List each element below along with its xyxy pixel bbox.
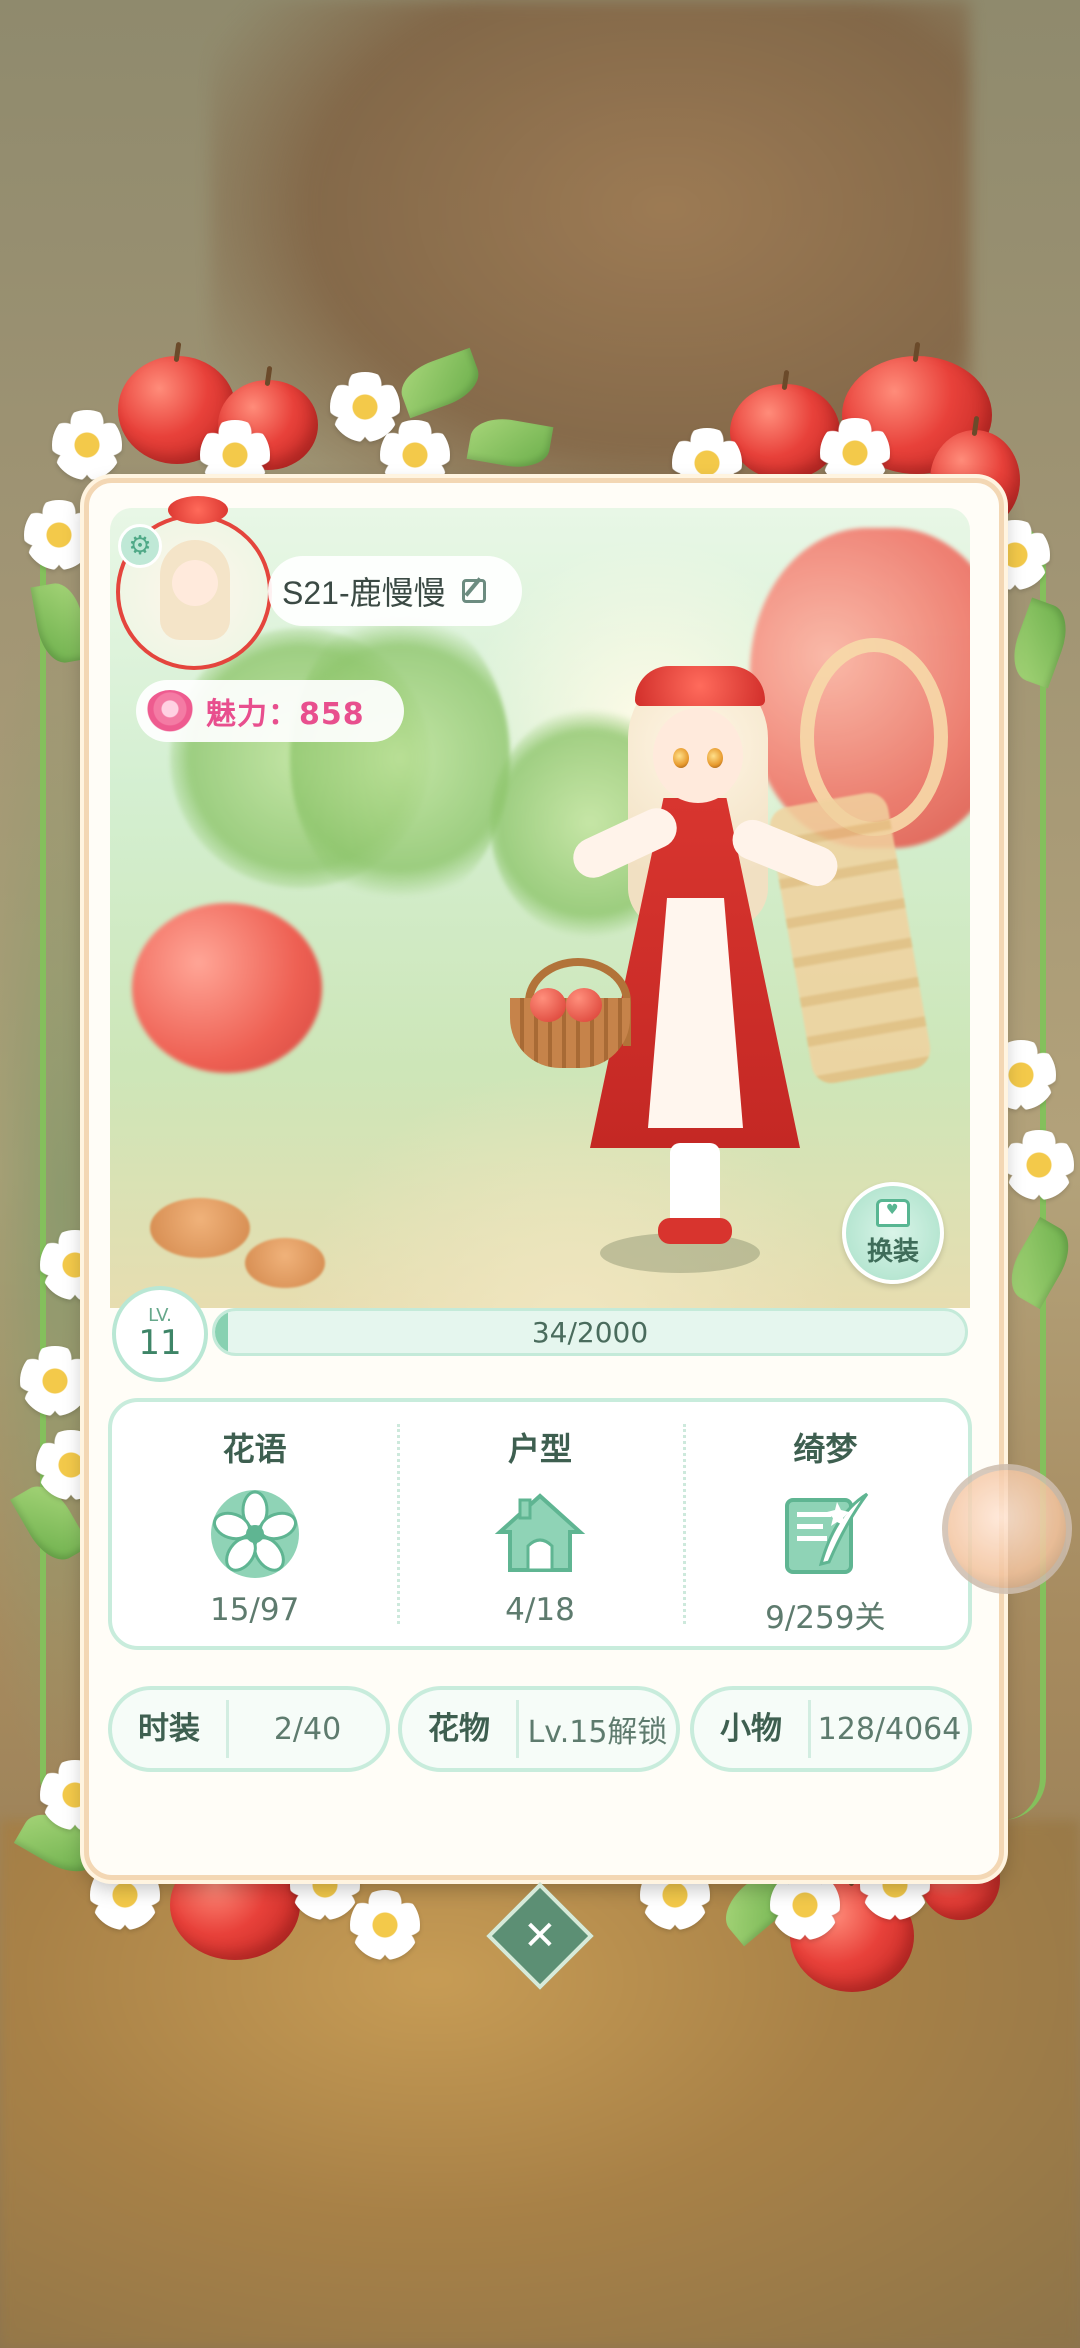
charm-value: 魅力：858 <box>206 697 365 732</box>
tree-stump <box>150 1198 250 1258</box>
character-avatar <box>510 648 860 1278</box>
player-name-pill[interactable]: S21-鹿慢慢 <box>268 556 522 626</box>
flower-decoration <box>20 1346 90 1416</box>
dream-letter-icon <box>775 1484 875 1584</box>
settings-gear-icon[interactable]: ⚙ <box>118 524 162 568</box>
edit-icon[interactable] <box>461 579 486 603</box>
change-outfit-label: 换装 <box>866 1236 919 1267</box>
charm-pill: 魅力：858 <box>136 680 404 742</box>
stat-flower-language[interactable]: 花语 15/97 <box>112 1402 397 1646</box>
apple-basket <box>510 958 631 1068</box>
stat-house-type[interactable]: 户型 4/18 <box>397 1402 682 1646</box>
level-number: 11 <box>138 1323 182 1363</box>
level-badge: LV. 11 <box>112 1286 208 1382</box>
change-outfit-button[interactable]: 换装 <box>842 1182 944 1284</box>
pill-small-items[interactable]: 小物 128/4064 <box>690 1686 972 1772</box>
experience-bar: 34/2000 <box>212 1308 968 1356</box>
flower-decoration <box>52 410 122 480</box>
pill-outfits[interactable]: 时装 2/40 <box>108 1686 390 1772</box>
house-icon <box>490 1484 590 1584</box>
close-icon: ✕ <box>523 1912 557 1959</box>
flower-decoration <box>350 1890 420 1960</box>
blurred-apple <box>132 903 322 1073</box>
flower-emblem-icon <box>205 1484 305 1584</box>
stat-dreams[interactable]: 绮梦 9/259关 <box>682 1402 968 1646</box>
player-name: S21-鹿慢慢 <box>282 575 446 611</box>
floating-assistant-avatar[interactable] <box>942 1464 1072 1594</box>
shirt-icon <box>876 1198 910 1227</box>
experience-text: 34/2000 <box>531 1315 649 1349</box>
tree-stump <box>245 1238 325 1288</box>
collection-stats-panel: 花语 15/97 户型 4/18 绮梦 9/259关 <box>108 1398 972 1650</box>
flower-decoration <box>1004 1130 1074 1200</box>
rose-icon <box>146 690 194 732</box>
pill-flower-items[interactable]: 花物 Lv.15解锁 <box>398 1686 680 1772</box>
flower-decoration <box>770 1870 840 1940</box>
